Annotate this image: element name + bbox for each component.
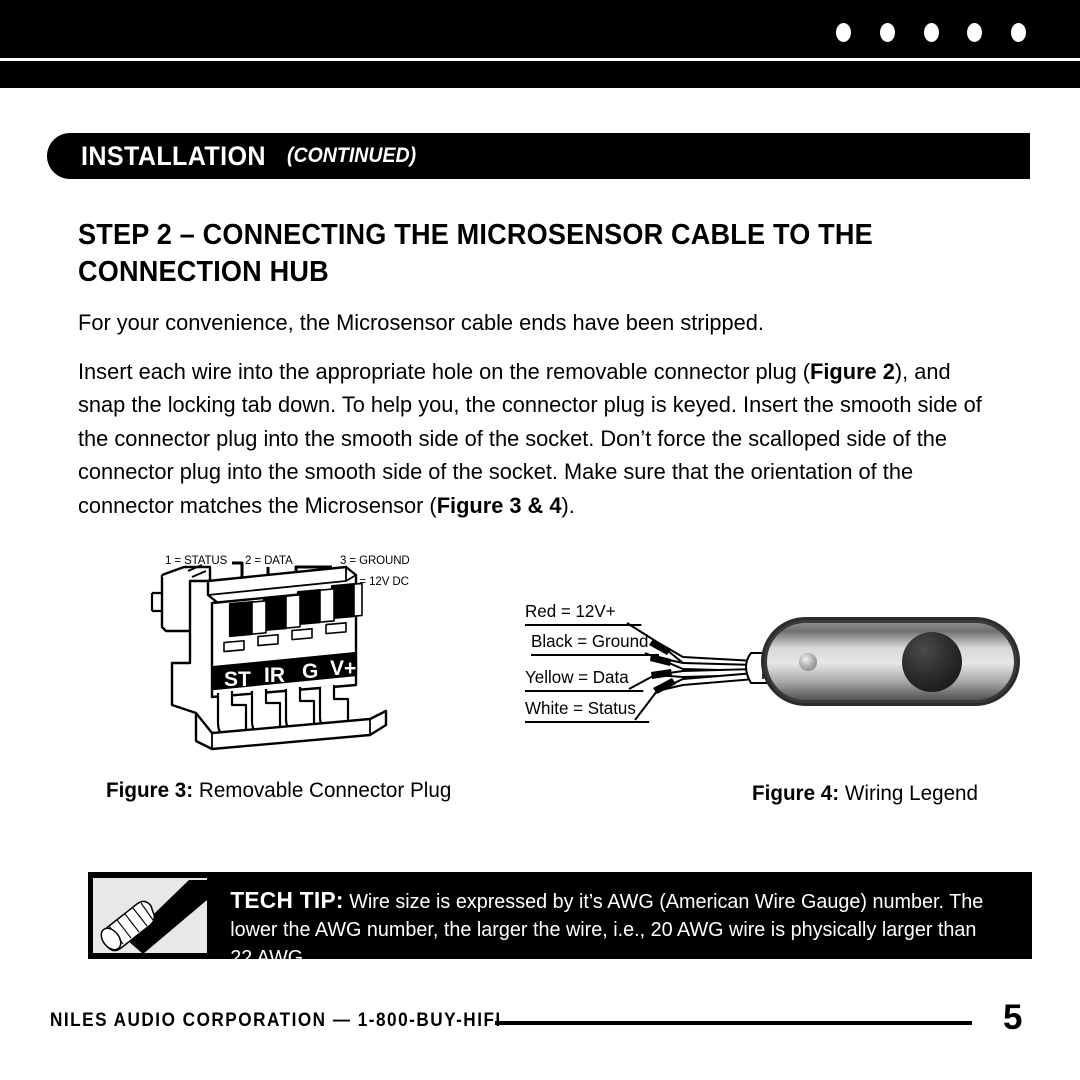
microsensor-body [761, 617, 1020, 706]
intro-paragraph: For your convenience, the Microsensor ca… [78, 309, 764, 335]
instructions-part-3: ). [561, 492, 575, 518]
header-dot-row [836, 23, 1036, 43]
figure-4-caption: Figure 4: Wiring Legend [752, 781, 978, 806]
terminal-label-ir: IR [264, 664, 285, 687]
header-band-lower [0, 61, 1080, 88]
sensor-led-icon [799, 653, 817, 671]
sensor-lens-icon [902, 632, 962, 692]
page-title: STEP 2 – CONNECTING THE MICROSENSOR CABL… [78, 219, 873, 289]
tech-tip-text-block: TECH TIP: Wire size is expressed by it’s… [209, 872, 1003, 969]
header-dot-icon [880, 23, 895, 42]
figure-3-4-reference: Figure 3 & 4 [436, 492, 562, 518]
tech-tip-label: TECH TIP: [230, 887, 344, 913]
tech-tip-text: Wire size is expressed by it’s AWG (Amer… [230, 890, 984, 969]
header-dot-icon [967, 23, 982, 42]
figure-4-caption-label: Figure 4: [752, 781, 840, 805]
figure-4-wiring-legend-illustration: Red = 12V+ Black = Ground Yellow = Data … [505, 595, 1035, 740]
tech-tip-box: TECH TIP: Wire size is expressed by it’s… [88, 872, 1032, 969]
figures-row: 1 = STATUS 2 = DATA 3 = GROUND 4 = 12V D… [0, 540, 1080, 810]
figure-4-caption-text: Wiring Legend [844, 781, 979, 805]
header-dot-icon [924, 23, 939, 42]
stranded-wire-drawing [100, 880, 207, 953]
terminal-label-st: ST [224, 668, 251, 691]
wire-fan-drawing [626, 622, 772, 721]
instructions-part-1: Insert each wire into the appropriate ho… [78, 358, 811, 384]
figure-3-caption-label: Figure 3: [106, 778, 194, 802]
terminal-label-g: G [302, 660, 318, 683]
section-banner-title: INSTALLATION [81, 140, 266, 171]
figure-2-reference: Figure 2 [810, 358, 895, 384]
connector-plug-drawing: ST IR G V+ [150, 561, 388, 751]
header-dot-icon [1011, 23, 1026, 42]
figure-3-caption: Figure 3: Removable Connector Plug [106, 778, 451, 803]
figure-3-connector-plug-illustration: 1 = STATUS 2 = DATA 3 = GROUND 4 = 12V D… [150, 545, 440, 760]
footer-divider-rule [495, 1021, 972, 1025]
footer-company-line: NILES AUDIO CORPORATION — 1-800-BUY-HIFI [50, 1009, 502, 1031]
instructions-paragraph: Insert each wire into the appropriate ho… [78, 355, 1002, 523]
page-number: 5 [1003, 998, 1023, 1037]
wire-cable-icon [91, 876, 209, 955]
section-banner-subtitle: (CONTINUED) [286, 144, 416, 167]
terminal-label-vplus: V+ [330, 657, 356, 680]
figure-3-caption-text: Removable Connector Plug [198, 778, 452, 802]
section-banner: INSTALLATION (CONTINUED) [47, 133, 1030, 179]
header-dot-icon [836, 23, 851, 42]
